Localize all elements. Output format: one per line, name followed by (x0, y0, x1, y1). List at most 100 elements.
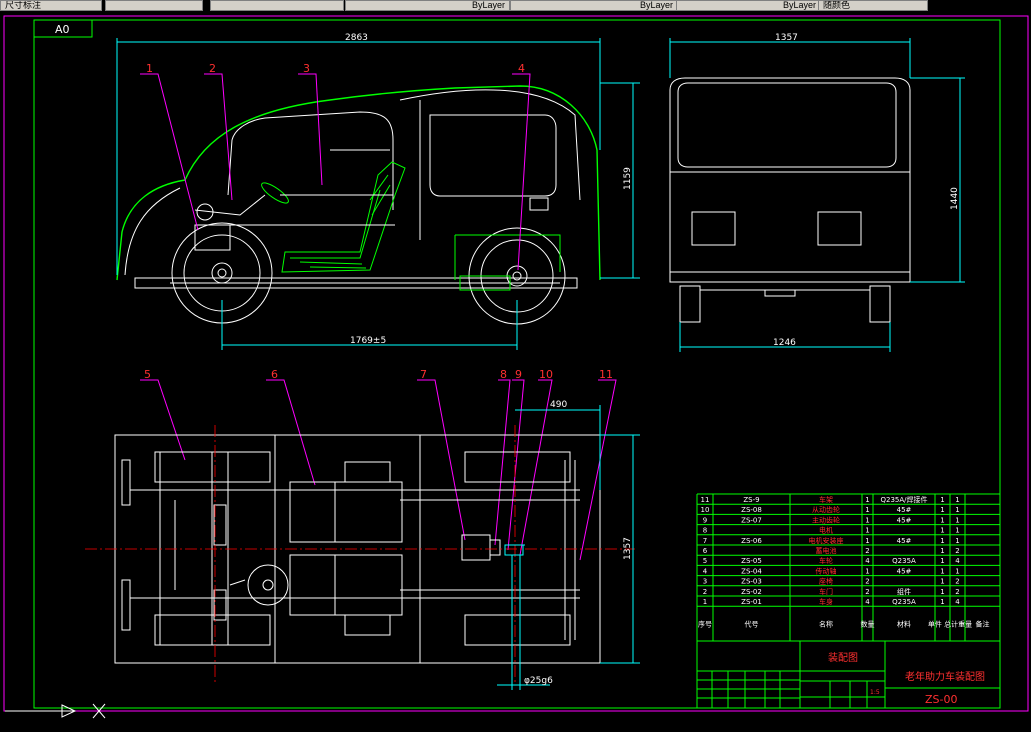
bom-cell-w1: 1 (940, 578, 944, 586)
bom-cell-material: 45# (897, 516, 912, 524)
bom-cell-qty: 1 (865, 496, 869, 504)
bom-cell-name: 电机安装座 (809, 536, 844, 545)
bom-header-weight: 单件 总计重量 (928, 620, 972, 629)
bom-cell-material: 45# (897, 537, 912, 545)
bom-cell-name: 座椅 (819, 577, 833, 586)
bom-header-name: 名称 (819, 620, 833, 629)
front-view (669, 77, 911, 323)
dim-front-height: 1440 (950, 187, 960, 210)
bom-cell-no: 9 (703, 516, 707, 524)
bom-cell-w1: 1 (940, 588, 944, 596)
bom-cell-code: ZS-02 (741, 588, 762, 596)
linetype-control-dropdown[interactable]: ByLayer (510, 0, 678, 11)
bom-cell-code: ZS-04 (741, 567, 762, 575)
bom-cell-no: 8 (703, 527, 707, 535)
plot-style-dropdown[interactable]: 随颜色 (818, 0, 928, 11)
bom-cell-material: 45# (897, 506, 912, 514)
outer-sheet-border (3, 15, 1029, 712)
battery-right (289, 554, 403, 616)
bom-cell-code: ZS-9 (743, 496, 759, 504)
bom-cell-w2: 4 (955, 557, 960, 565)
inner-drawing-frame (33, 19, 1001, 709)
cad-toolbar: 尺寸标注 ByLayer ByLayer ByLayer 随颜色 (0, 0, 1031, 14)
bom-cell-name: 车轮 (819, 556, 833, 565)
drawing-type-label: 装配图 (828, 651, 858, 664)
bom-cell-qty: 1 (865, 527, 869, 535)
bom-cell-no: 10 (701, 506, 710, 514)
bom-cell-qty: 1 (865, 567, 869, 575)
motor-plan (461, 534, 491, 561)
bom-header-no: 序号 (698, 620, 712, 629)
bom-cell-code: ZS-08 (741, 506, 762, 514)
bom-cell-w2: 2 (955, 588, 959, 596)
front-right-light (817, 211, 862, 246)
bom-cell-w1: 1 (940, 547, 944, 555)
bom-cell-name: 传动轴 (816, 566, 837, 575)
balloon-4: 4 (518, 62, 525, 75)
balloon-1: 1 (146, 62, 153, 75)
plan-rear-right-wheel (464, 614, 571, 646)
dim-plan-width: 1357 (623, 537, 633, 560)
bom-cell-no: 7 (703, 537, 707, 545)
sheet-size-label: A0 (55, 23, 70, 36)
bom-cell-name: 从动齿轮 (812, 505, 840, 514)
bom-cell-name: 车架 (819, 495, 833, 504)
bom-cell-material: Q235A (892, 557, 916, 565)
bom-cell-w2: 1 (955, 537, 959, 545)
balloon-10: 10 (539, 368, 553, 381)
drawing-scale: 1:5 (870, 689, 880, 696)
bom-header-remark: 备注 (976, 620, 990, 629)
bom-cell-code: ZS-03 (741, 578, 762, 586)
bom-cell-name: 电机 (819, 526, 833, 535)
color-dropdown[interactable] (105, 0, 203, 11)
bom-cell-w1: 1 (940, 598, 944, 606)
bom-cell-w1: 1 (940, 557, 944, 565)
bom-cell-qty: 1 (865, 506, 869, 514)
balloon-5: 5 (144, 368, 151, 381)
steering-wheel (261, 182, 289, 204)
drawing-canvas[interactable]: A0 2863 1159 1769±5 1 2 3 4 5 6 7 8 9 10… (0, 14, 1031, 732)
bom-cell-w2: 2 (955, 547, 959, 555)
bom-cell-w2: 4 (955, 598, 960, 606)
dim-side-height: 1159 (623, 167, 633, 190)
plan-rear-left-wheel (464, 451, 571, 483)
front-view-dimensions (669, 38, 965, 352)
color-control-dropdown[interactable]: ByLayer (345, 0, 510, 11)
bom-cell-material: Q235A (892, 598, 916, 606)
bom-cell-qty: 2 (865, 547, 869, 555)
bom-cell-w2: 1 (955, 527, 959, 535)
balloon-3: 3 (303, 62, 310, 75)
layer-dropdown[interactable]: 尺寸标注 (0, 0, 102, 11)
bom-cell-name: 车身 (819, 597, 833, 606)
bom-cell-name: 主动齿轮 (812, 515, 840, 524)
bom-cell-w1: 1 (940, 527, 944, 535)
steering-wheel-plan (247, 564, 289, 606)
balloon-11: 11 (599, 368, 613, 381)
bom-cell-no: 5 (703, 557, 707, 565)
drawing-number: ZS-00 (925, 693, 957, 706)
dim-plan-offset: 490 (550, 400, 567, 410)
dim-shaft-diameter: φ25g6 (524, 676, 553, 686)
bom-cell-w1: 1 (940, 506, 944, 514)
bom-cell-material: Q235A/焊接件 (880, 495, 927, 504)
bom-cell-w1: 1 (940, 567, 944, 575)
dim-side-length: 2863 (345, 33, 368, 43)
bom-header-code: 代号 (745, 620, 759, 629)
bom-cell-qty: 1 (865, 537, 869, 545)
balloon-7: 7 (420, 368, 427, 381)
bom-cell-code: ZS-07 (741, 516, 762, 524)
dim-front-width: 1357 (775, 33, 798, 43)
linetype-dropdown[interactable] (210, 0, 344, 11)
bom-cell-qty: 2 (865, 588, 869, 596)
lineweight-dropdown[interactable]: ByLayer (676, 0, 821, 11)
bom-cell-no: 6 (703, 547, 708, 555)
bom-cell-w2: 1 (955, 567, 959, 575)
front-right-wheel (869, 285, 891, 323)
front-left-light (691, 211, 736, 246)
bom-cell-code: ZS-01 (741, 598, 762, 606)
bom-cell-no: 3 (703, 578, 707, 586)
bom-cell-w1: 1 (940, 537, 944, 545)
bom-cell-code: ZS-05 (741, 557, 762, 565)
bom-cell-no: 11 (701, 496, 710, 504)
drawing-title: 老年助力车装配图 (905, 670, 985, 683)
